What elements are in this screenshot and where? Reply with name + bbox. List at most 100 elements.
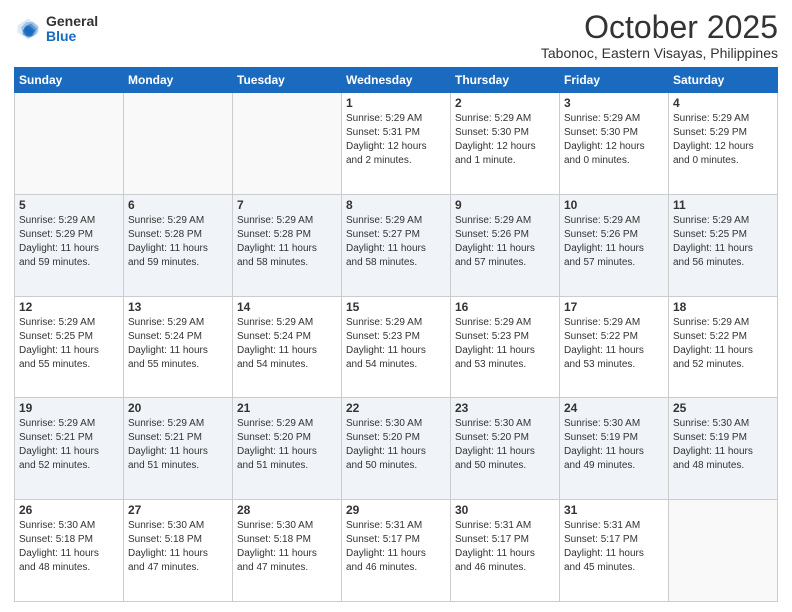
col-sunday: Sunday <box>15 68 124 93</box>
table-cell: 8 Sunrise: 5:29 AM Sunset: 5:27 PM Daylig… <box>342 194 451 296</box>
day-info: Sunrise: 5:29 AM Sunset: 5:23 PM Dayligh… <box>455 316 555 372</box>
table-cell: 18Sunrise: 5:29 AM Sunset: 5:22 PM Dayli… <box>669 296 778 398</box>
page: General Blue October 2025 Tabonoc, Easte… <box>0 0 792 612</box>
day-number: 22 <box>346 401 446 415</box>
logo-blue-text: Blue <box>46 29 98 44</box>
week-row-4: 19 Sunrise: 5:29 AM Sunset: 5:21 PM Dayli… <box>15 398 778 500</box>
day-info: Sunrise: 5:29 AM Sunset: 5:25 PM Dayligh… <box>19 316 119 372</box>
day-number: 7 <box>237 198 337 212</box>
day-number: 3 <box>564 96 664 110</box>
header-right: October 2025 Tabonoc, Eastern Visayas, P… <box>541 10 778 61</box>
table-cell: 28 Sunrise: 5:30 AM Sunset: 5:18 PM Dayli… <box>233 500 342 602</box>
day-info: Sunrise: 5:29 AM Sunset: 5:31 PM Dayligh… <box>346 112 446 168</box>
col-friday: Friday <box>560 68 669 93</box>
table-cell: 10Sunrise: 5:29 AM Sunset: 5:26 PM Dayli… <box>560 194 669 296</box>
col-monday: Monday <box>124 68 233 93</box>
day-number: 28 <box>237 503 337 517</box>
table-cell: 30 Sunrise: 5:31 AM Sunset: 5:17 PM Dayli… <box>451 500 560 602</box>
week-row-3: 12 Sunrise: 5:29 AM Sunset: 5:25 PM Dayli… <box>15 296 778 398</box>
table-cell: 5 Sunrise: 5:29 AM Sunset: 5:29 PM Daylig… <box>15 194 124 296</box>
day-number: 15 <box>346 300 446 314</box>
day-number: 25 <box>673 401 773 415</box>
day-info: Sunrise: 5:29 AM Sunset: 5:28 PM Dayligh… <box>237 214 337 270</box>
day-number: 12 <box>19 300 119 314</box>
location: Tabonoc, Eastern Visayas, Philippines <box>541 45 778 61</box>
day-number: 11 <box>673 198 773 212</box>
col-thursday: Thursday <box>451 68 560 93</box>
day-info: Sunrise: 5:29 AM Sunset: 5:22 PM Dayligh… <box>673 316 773 372</box>
week-row-2: 5 Sunrise: 5:29 AM Sunset: 5:29 PM Daylig… <box>15 194 778 296</box>
day-info: Sunrise: 5:30 AM Sunset: 5:20 PM Dayligh… <box>346 417 446 473</box>
day-number: 31 <box>564 503 664 517</box>
month-title: October 2025 <box>541 10 778 45</box>
day-number: 5 <box>19 198 119 212</box>
table-cell: 4 Sunrise: 5:29 AM Sunset: 5:29 PM Daylig… <box>669 93 778 195</box>
day-info: Sunrise: 5:29 AM Sunset: 5:27 PM Dayligh… <box>346 214 446 270</box>
table-cell: 7 Sunrise: 5:29 AM Sunset: 5:28 PM Daylig… <box>233 194 342 296</box>
day-info: Sunrise: 5:30 AM Sunset: 5:19 PM Dayligh… <box>564 417 664 473</box>
day-info: Sunrise: 5:29 AM Sunset: 5:22 PM Dayligh… <box>564 316 664 372</box>
day-info: Sunrise: 5:30 AM Sunset: 5:18 PM Dayligh… <box>19 519 119 575</box>
col-saturday: Saturday <box>669 68 778 93</box>
day-info: Sunrise: 5:29 AM Sunset: 5:30 PM Dayligh… <box>564 112 664 168</box>
day-info: Sunrise: 5:29 AM Sunset: 5:21 PM Dayligh… <box>128 417 228 473</box>
table-cell: 2 Sunrise: 5:29 AM Sunset: 5:30 PM Daylig… <box>451 93 560 195</box>
table-cell: 17Sunrise: 5:29 AM Sunset: 5:22 PM Dayli… <box>560 296 669 398</box>
week-row-5: 26 Sunrise: 5:30 AM Sunset: 5:18 PM Dayli… <box>15 500 778 602</box>
table-cell <box>124 93 233 195</box>
day-number: 24 <box>564 401 664 415</box>
day-info: Sunrise: 5:29 AM Sunset: 5:29 PM Dayligh… <box>19 214 119 270</box>
day-number: 1 <box>346 96 446 110</box>
table-cell: 16 Sunrise: 5:29 AM Sunset: 5:23 PM Dayli… <box>451 296 560 398</box>
table-cell: 14Sunrise: 5:29 AM Sunset: 5:24 PM Dayli… <box>233 296 342 398</box>
logo-general-text: General <box>46 14 98 29</box>
day-number: 9 <box>455 198 555 212</box>
table-cell: 25 Sunrise: 5:30 AM Sunset: 5:19 PM Dayli… <box>669 398 778 500</box>
day-info: Sunrise: 5:30 AM Sunset: 5:18 PM Dayligh… <box>237 519 337 575</box>
table-cell <box>669 500 778 602</box>
table-cell: 23 Sunrise: 5:30 AM Sunset: 5:20 PM Dayli… <box>451 398 560 500</box>
day-number: 21 <box>237 401 337 415</box>
day-number: 4 <box>673 96 773 110</box>
table-cell: 15 Sunrise: 5:29 AM Sunset: 5:23 PM Dayli… <box>342 296 451 398</box>
day-info: Sunrise: 5:29 AM Sunset: 5:26 PM Dayligh… <box>564 214 664 270</box>
day-info: Sunrise: 5:30 AM Sunset: 5:18 PM Dayligh… <box>128 519 228 575</box>
table-cell: 1 Sunrise: 5:29 AM Sunset: 5:31 PM Daylig… <box>342 93 451 195</box>
day-info: Sunrise: 5:29 AM Sunset: 5:23 PM Dayligh… <box>346 316 446 372</box>
calendar-header-row: Sunday Monday Tuesday Wednesday Thursday… <box>15 68 778 93</box>
table-cell: 31 Sunrise: 5:31 AM Sunset: 5:17 PM Dayli… <box>560 500 669 602</box>
table-cell: 20Sunrise: 5:29 AM Sunset: 5:21 PM Dayli… <box>124 398 233 500</box>
table-cell: 27Sunrise: 5:30 AM Sunset: 5:18 PM Dayli… <box>124 500 233 602</box>
table-cell <box>15 93 124 195</box>
day-number: 30 <box>455 503 555 517</box>
day-number: 23 <box>455 401 555 415</box>
logo-icon <box>14 15 42 43</box>
table-cell: 29 Sunrise: 5:31 AM Sunset: 5:17 PM Dayli… <box>342 500 451 602</box>
day-info: Sunrise: 5:29 AM Sunset: 5:21 PM Dayligh… <box>19 417 119 473</box>
day-info: Sunrise: 5:31 AM Sunset: 5:17 PM Dayligh… <box>564 519 664 575</box>
table-cell: 9 Sunrise: 5:29 AM Sunset: 5:26 PM Daylig… <box>451 194 560 296</box>
day-number: 16 <box>455 300 555 314</box>
table-cell: 21Sunrise: 5:29 AM Sunset: 5:20 PM Dayli… <box>233 398 342 500</box>
day-info: Sunrise: 5:30 AM Sunset: 5:20 PM Dayligh… <box>455 417 555 473</box>
day-info: Sunrise: 5:31 AM Sunset: 5:17 PM Dayligh… <box>346 519 446 575</box>
table-cell: 12 Sunrise: 5:29 AM Sunset: 5:25 PM Dayli… <box>15 296 124 398</box>
logo: General Blue <box>14 14 98 45</box>
table-cell: 26 Sunrise: 5:30 AM Sunset: 5:18 PM Dayli… <box>15 500 124 602</box>
day-info: Sunrise: 5:29 AM Sunset: 5:26 PM Dayligh… <box>455 214 555 270</box>
day-info: Sunrise: 5:29 AM Sunset: 5:30 PM Dayligh… <box>455 112 555 168</box>
day-info: Sunrise: 5:29 AM Sunset: 5:29 PM Dayligh… <box>673 112 773 168</box>
table-cell: 6Sunrise: 5:29 AM Sunset: 5:28 PM Daylig… <box>124 194 233 296</box>
day-number: 29 <box>346 503 446 517</box>
table-cell <box>233 93 342 195</box>
table-cell: 11Sunrise: 5:29 AM Sunset: 5:25 PM Dayli… <box>669 194 778 296</box>
day-info: Sunrise: 5:30 AM Sunset: 5:19 PM Dayligh… <box>673 417 773 473</box>
day-info: Sunrise: 5:31 AM Sunset: 5:17 PM Dayligh… <box>455 519 555 575</box>
day-number: 19 <box>19 401 119 415</box>
day-number: 26 <box>19 503 119 517</box>
day-number: 14 <box>237 300 337 314</box>
day-info: Sunrise: 5:29 AM Sunset: 5:28 PM Dayligh… <box>128 214 228 270</box>
day-number: 2 <box>455 96 555 110</box>
logo-text: General Blue <box>46 14 98 45</box>
day-number: 8 <box>346 198 446 212</box>
